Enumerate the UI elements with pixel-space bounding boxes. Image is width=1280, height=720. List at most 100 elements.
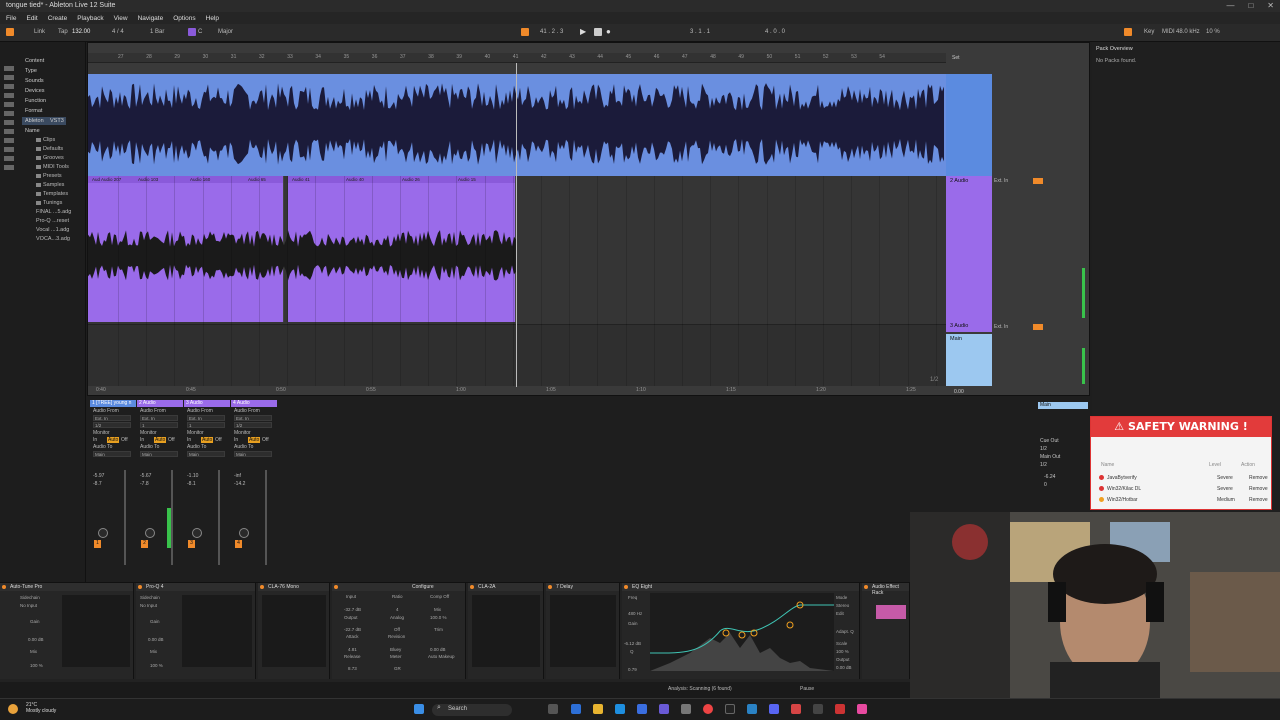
monitor-auto-button[interactable]: Auto [107,437,120,443]
volume-fader[interactable] [171,470,173,565]
track-3-lane[interactable] [88,324,946,386]
cue-out-value[interactable]: 1/2 [1040,446,1047,452]
monitor-off-button[interactable]: Off [168,437,175,443]
eq-display[interactable] [649,593,834,671]
mix-value[interactable]: 100.0 % [430,615,447,620]
weather-icon[interactable] [8,704,18,714]
close-button[interactable]: ✕ [1267,1,1274,10]
filter-type[interactable]: Type [25,68,37,74]
monitor-off-button[interactable]: Off [215,437,222,443]
revision-label[interactable]: Revision [388,634,405,639]
app-icon[interactable] [571,704,581,714]
volume-fader[interactable] [124,470,126,565]
monitor-auto-button[interactable]: Auto [154,437,167,443]
menu-playback[interactable]: Playback [77,15,103,22]
set-label[interactable]: Set [952,55,960,61]
plugin-window[interactable] [182,595,252,667]
key-root[interactable]: C [198,29,202,35]
device-cla-76[interactable]: CLA-76 Mono [258,583,330,679]
volume-value[interactable]: -1.10 [187,473,198,479]
device-power-icon[interactable] [470,585,474,589]
plugin-window[interactable] [550,595,616,667]
track-activator-button[interactable]: 1 [94,540,101,548]
task-view-icon[interactable] [548,704,558,714]
main-volume-2[interactable]: 0 [1044,482,1047,488]
track-header-1[interactable] [946,74,992,176]
zoom-value[interactable]: 0.00 [954,389,964,395]
browser-toggle-icon[interactable] [6,28,14,36]
mode-value[interactable]: Stereo [836,603,849,608]
loop-length[interactable]: 4 . 0 . 0 [765,29,785,35]
filter-format[interactable]: Format [25,108,42,114]
gain-value[interactable]: 0.00 dB [28,637,44,642]
track-number-badge[interactable] [1033,178,1043,184]
device-power-icon[interactable] [2,585,6,589]
app-icon[interactable] [681,704,691,714]
main-track-header[interactable]: Main [946,334,992,386]
follow-icon[interactable] [521,28,529,36]
loop-start[interactable]: 3 . 1 . 1 [690,29,710,35]
comp-off-button[interactable]: Comp Off [430,594,449,599]
track-number-badge[interactable] [1033,324,1043,330]
track-name[interactable]: 2 Audio [950,178,968,184]
scale-mode-icon[interactable] [188,28,196,36]
sidechain-input[interactable]: No Input [140,603,157,608]
pan-knob[interactable] [239,528,249,538]
draw-mode-icon[interactable] [1124,28,1132,36]
volume-value[interactable]: -5.97 [93,473,104,479]
menu-file[interactable]: File [6,15,16,22]
volume-value[interactable]: -inf [234,473,241,479]
preset-file[interactable]: Vocal ...1.adg [36,227,69,233]
record-icon[interactable]: ● [606,27,611,36]
track-name[interactable]: 3 Audio [950,323,968,329]
pause-button[interactable]: Pause [800,686,814,692]
play-icon[interactable]: ▶ [580,27,586,36]
folder-grooves[interactable]: Grooves [36,155,64,161]
input-channel-select[interactable]: 1/2 [93,422,131,428]
folder-defaults[interactable]: Defaults [36,146,63,152]
menu-options[interactable]: Options [173,15,195,22]
song-position[interactable]: 41 . 2 . 3 [540,29,563,35]
sidechain-input[interactable]: No Input [20,603,37,608]
track-2-input[interactable]: Ext. In [994,178,1008,184]
tempo-field[interactable]: 132.00 [72,29,90,35]
device-audio-effect-rack[interactable]: Audio Effect Rack [862,583,910,679]
input-type-select[interactable]: Ext. In [187,415,225,421]
device-power-icon[interactable] [260,585,264,589]
app-icon[interactable] [637,704,647,714]
meter-value[interactable]: GR [394,666,401,671]
output-value[interactable]: 0.00 dB [836,665,852,670]
ableton-icon[interactable] [725,704,735,714]
device-auto-tune[interactable]: Auto-Tune Pro Sidechain No Input Gain 0.… [0,583,134,679]
weather-widget[interactable]: 21°C Mostly cloudy [26,702,56,714]
filter-ableton[interactable]: Ableton [25,118,44,124]
folder-clips[interactable]: Clips [36,137,55,143]
threat-row[interactable]: Win32/Hotbar Medium Remove [1099,497,1268,503]
q-value[interactable]: 0.79 [628,667,637,672]
plugin-window[interactable] [262,595,326,667]
track-name[interactable]: Main [950,336,962,342]
app-icon[interactable] [857,704,867,714]
release-value[interactable]: 8.73 [348,666,357,671]
filter-devices[interactable]: Devices [25,88,45,94]
folder-samples[interactable]: Samples [36,182,64,188]
monitor-in-button[interactable]: In [140,437,144,443]
edge-icon[interactable] [615,704,625,714]
name-column-header[interactable]: Name [25,128,40,134]
audio-clip-track-1[interactable] [88,74,946,176]
attack-value[interactable]: 4.81 [348,647,357,652]
tap-button[interactable]: Tap [58,29,68,35]
freq-value[interactable]: 480 Hz [628,611,642,616]
trim-value[interactable]: 0.00 dB [430,647,446,652]
folder-tunings[interactable]: Tunings [36,200,62,206]
file-explorer-icon[interactable] [593,704,603,714]
monitor-in-button[interactable]: In [187,437,191,443]
arrangement-view[interactable]: 27 28 29 30 31 32 33 34 35 36 37 38 39 40 41 42 43 44 45 46… [87,42,1090,396]
preset-file[interactable]: Pro-Q ...reset [36,218,69,224]
taskbar-search[interactable]: Search [432,704,512,716]
gain-value[interactable]: -6.12 dB [624,641,641,646]
link-button[interactable]: Link [34,29,45,35]
remove-button[interactable]: Remove [1249,486,1268,492]
device-power-icon[interactable] [138,585,142,589]
filter-content[interactable]: Content [25,58,44,64]
